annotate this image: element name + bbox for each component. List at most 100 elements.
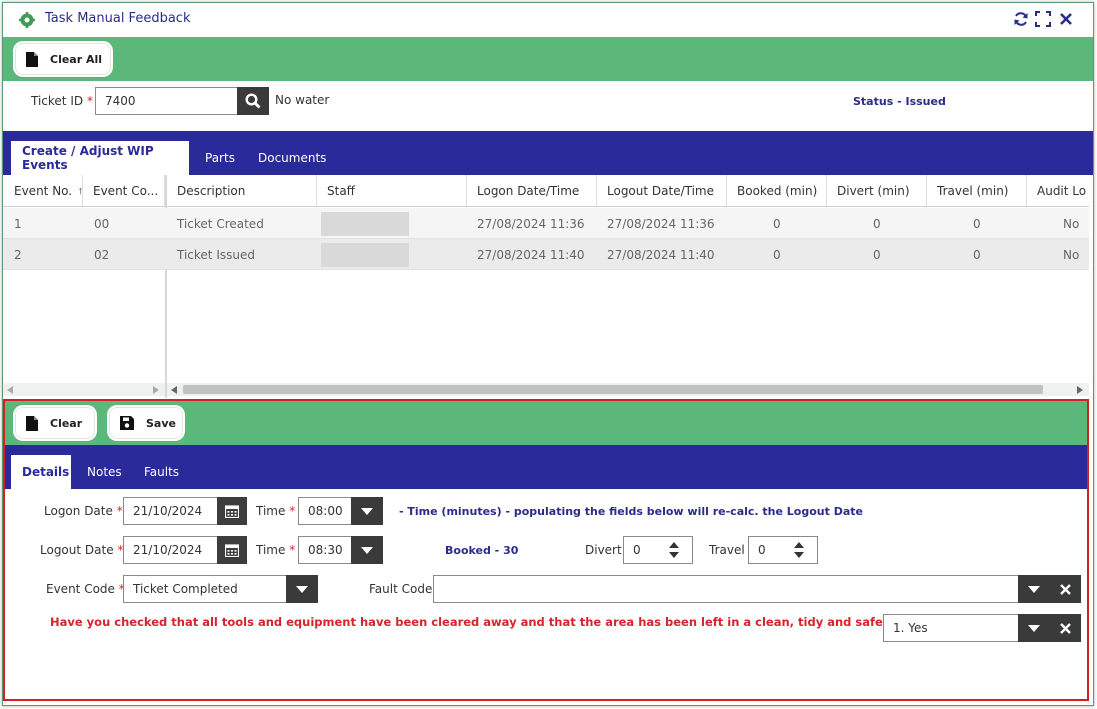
cell-staff-redacted xyxy=(321,212,409,236)
ticket-id-label: Ticket ID * xyxy=(31,94,93,108)
travel-label: Travel xyxy=(709,543,745,557)
tab-notes[interactable]: Notes xyxy=(87,455,122,489)
tab-details[interactable]: Details xyxy=(11,455,71,489)
time-hint-text: - Time (minutes) - populating the fields… xyxy=(399,505,863,518)
tab-create-adjust-wip-events[interactable]: Create / Adjust WIP Events xyxy=(11,141,189,175)
maximize-icon[interactable] xyxy=(1034,10,1052,28)
logon-date-input[interactable]: 21/10/2024 xyxy=(123,497,219,525)
logon-date-picker-button[interactable] xyxy=(217,497,247,525)
fault-code-label: Fault Code xyxy=(369,582,433,596)
fault-code-select[interactable] xyxy=(433,575,1019,603)
column-header-staff[interactable]: Staff xyxy=(317,175,467,207)
status-value: Issued xyxy=(905,95,946,108)
column-header-event-code[interactable]: Event Co... xyxy=(83,175,165,207)
cell-event-no: 1 xyxy=(14,216,22,231)
window-title: Task Manual Feedback xyxy=(45,11,191,26)
detail-toolbar: Clear Save xyxy=(5,401,1087,445)
booked-text: Booked - 30 xyxy=(445,544,519,557)
detail-tab-bar: Details Notes Faults xyxy=(5,445,1087,489)
column-header-logout-date-time[interactable]: Logout Date/Time xyxy=(597,175,727,207)
chevron-down-icon xyxy=(361,546,373,554)
cell-description: Ticket Created xyxy=(177,216,264,231)
cleanup-answer-dropdown-button[interactable] xyxy=(1018,614,1050,642)
scroll-left-icon[interactable] xyxy=(7,386,13,394)
column-header-travel[interactable]: Travel (min) xyxy=(927,175,1027,207)
divert-label: Divert xyxy=(585,543,622,557)
divert-stepper[interactable]: 0 xyxy=(623,536,693,564)
column-header-description[interactable]: Description xyxy=(167,175,317,207)
horizontal-scrollbar[interactable] xyxy=(167,383,1089,396)
fault-code-dropdown-button[interactable] xyxy=(1018,575,1050,603)
clear-all-label: Clear All xyxy=(50,52,103,66)
title-bar: Task Manual Feedback xyxy=(3,3,1093,37)
cell-logon: 27/08/2024 11:36 xyxy=(477,216,585,231)
fault-code-clear-button[interactable] xyxy=(1050,575,1081,603)
booked-value: 30 xyxy=(503,544,519,557)
save-button[interactable]: Save xyxy=(109,407,183,439)
cell-divert: 0 xyxy=(873,216,881,231)
stepper-arrows-icon[interactable] xyxy=(781,537,817,563)
tab-documents[interactable]: Documents xyxy=(258,141,326,175)
logout-time-input[interactable]: 08:30 xyxy=(298,536,352,564)
search-icon xyxy=(245,93,261,109)
tab-faults[interactable]: Faults xyxy=(144,455,179,489)
ticket-search-button[interactable] xyxy=(237,87,269,115)
logout-date-picker-button[interactable] xyxy=(217,536,247,564)
cell-staff-redacted xyxy=(321,243,409,267)
refresh-icon[interactable] xyxy=(1012,10,1030,28)
wip-events-grid: Event No. Event Co... Description Staff … xyxy=(3,175,1089,398)
top-tab-bar: Create / Adjust WIP Events Parts Documen… xyxy=(3,131,1093,175)
scroll-right-icon[interactable] xyxy=(153,386,159,394)
scrollbar-thumb[interactable] xyxy=(183,385,1043,394)
stepper-arrows-icon[interactable] xyxy=(656,537,692,563)
logon-time-dropdown-button[interactable] xyxy=(351,497,383,525)
logon-time-input[interactable]: 08:00 xyxy=(298,497,352,525)
clear-button[interactable]: Clear xyxy=(15,407,95,439)
cleanup-answer-select[interactable]: 1. Yes xyxy=(883,614,1019,642)
ticket-id-input[interactable]: 7400 xyxy=(95,87,239,115)
event-detail-panel: Clear Save Details Notes Faults Logon Da… xyxy=(3,399,1089,701)
column-header-audit-log[interactable]: Audit Lo xyxy=(1027,175,1089,207)
logout-date-input[interactable]: 21/10/2024 xyxy=(123,536,219,564)
task-manual-feedback-window: Task Manual Feedback Clear All Ticket ID… xyxy=(2,2,1094,706)
chevron-down-icon xyxy=(361,507,373,515)
logon-date-label: Logon Date * xyxy=(44,504,123,518)
tab-parts[interactable]: Parts xyxy=(205,141,235,175)
cell-travel: 0 xyxy=(973,247,981,262)
cell-divert: 0 xyxy=(873,247,881,262)
column-header-divert[interactable]: Divert (min) xyxy=(827,175,927,207)
cell-audit: No xyxy=(1063,216,1080,231)
cell-event-no: 2 xyxy=(14,247,22,262)
status-text: Status - Issued xyxy=(853,95,946,108)
logon-time-label: Time * xyxy=(256,504,296,518)
column-header-event-no[interactable]: Event No. xyxy=(3,175,83,207)
event-code-select[interactable]: Ticket Completed xyxy=(123,575,287,603)
travel-stepper[interactable]: 0 xyxy=(748,536,818,564)
document-icon xyxy=(26,51,38,67)
logout-time-dropdown-button[interactable] xyxy=(351,536,383,564)
event-code-label: Event Code * xyxy=(46,582,125,596)
chevron-down-icon xyxy=(1028,585,1040,593)
cell-event-code: 00 xyxy=(94,216,110,231)
chevron-down-icon xyxy=(1028,624,1040,632)
sort-arrow-up-icon xyxy=(79,187,82,194)
frozen-horizontal-scrollbar[interactable] xyxy=(3,383,165,396)
cell-booked: 0 xyxy=(773,216,781,231)
column-header-logon-date-time[interactable]: Logon Date/Time xyxy=(467,175,597,207)
save-icon xyxy=(120,416,134,430)
close-icon[interactable] xyxy=(1057,10,1075,28)
cell-logout: 27/08/2024 11:36 xyxy=(607,216,715,231)
scroll-right-icon[interactable] xyxy=(1077,386,1083,394)
calendar-icon xyxy=(225,505,239,518)
logout-date-label: Logout Date * xyxy=(40,543,124,557)
clear-x-icon xyxy=(1060,583,1071,595)
scroll-left-icon[interactable] xyxy=(171,386,177,394)
event-code-dropdown-button[interactable] xyxy=(286,575,318,603)
cleanup-answer-clear-button[interactable] xyxy=(1050,614,1081,642)
clear-label: Clear xyxy=(50,416,83,430)
document-icon xyxy=(26,415,38,431)
column-header-booked[interactable]: Booked (min) xyxy=(727,175,827,207)
calendar-icon xyxy=(225,544,239,557)
cell-event-code: 02 xyxy=(94,247,110,262)
clear-all-button[interactable]: Clear All xyxy=(15,43,111,75)
